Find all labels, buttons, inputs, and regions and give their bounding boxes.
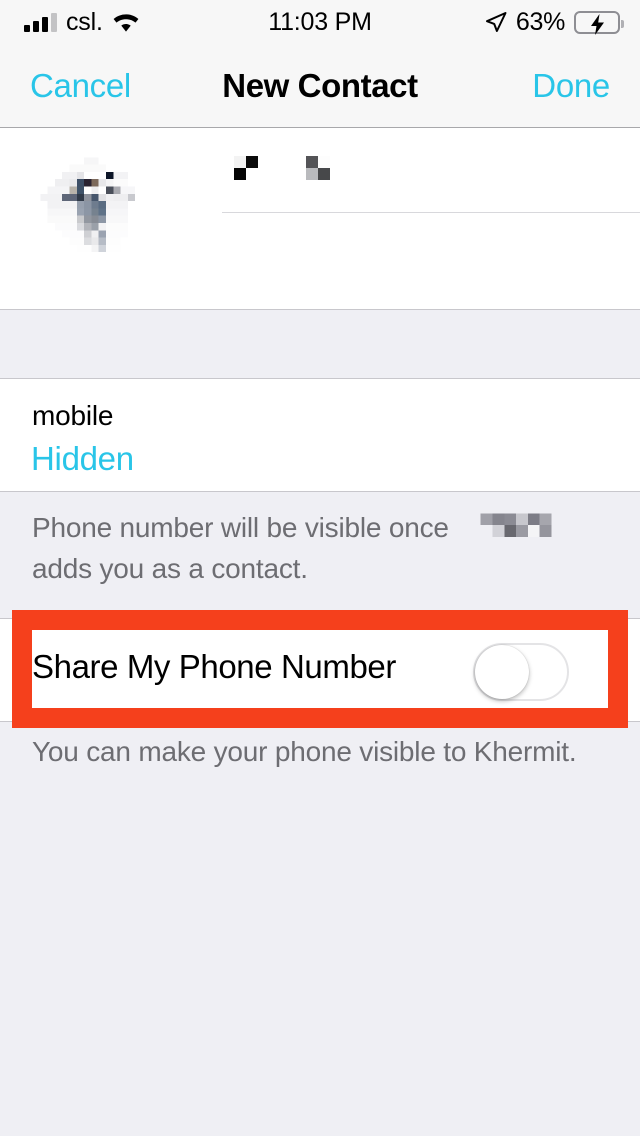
- last-name-field[interactable]: Last Name: [222, 213, 640, 351]
- contacts-new-contact-screen: csl. 11:03 PM 63% Cancel New Contact Don…: [0, 0, 640, 1136]
- battery-percent-label: 63%: [515, 7, 565, 36]
- empty-area: [0, 790, 640, 1136]
- first-name-redaction: [222, 156, 372, 192]
- contact-name-redaction: [462, 513, 581, 551]
- privacy-note-text: Phone number will be visible once adds yo…: [32, 510, 612, 586]
- battery-charging-icon: [574, 10, 624, 35]
- contact-name-card: Last Name: [0, 128, 640, 351]
- privacy-note-text-before: Phone number will be visible once: [32, 512, 449, 543]
- avatar[interactable]: [33, 150, 179, 296]
- done-button[interactable]: Done: [532, 67, 610, 105]
- toggle-knob: [475, 645, 529, 699]
- share-phone-number-label: Share My Phone Number: [32, 648, 396, 685]
- phone-value[interactable]: Hidden: [31, 440, 134, 478]
- navigation-bar: Cancel New Contact Done: [0, 44, 640, 128]
- status-bar-right: 63%: [485, 7, 624, 37]
- location-arrow-icon: [485, 11, 507, 33]
- share-note: You can make your phone visible to Kherm…: [0, 730, 640, 790]
- privacy-note-text-after: adds you as a contact.: [32, 553, 308, 584]
- share-phone-number-toggle[interactable]: [473, 643, 569, 701]
- share-note-text: You can make your phone visible to Kherm…: [32, 736, 577, 767]
- section-spacer: [0, 310, 640, 379]
- first-name-field[interactable]: [222, 128, 640, 213]
- phone-label: mobile: [32, 400, 114, 431]
- privacy-note: Phone number will be visible once adds yo…: [0, 492, 640, 608]
- name-fields: Last Name: [222, 128, 640, 351]
- status-bar: csl. 11:03 PM 63%: [0, 0, 640, 44]
- share-phone-number-row[interactable]: Share My Phone Number: [0, 618, 640, 722]
- phone-number-row[interactable]: mobile Hidden: [0, 379, 640, 492]
